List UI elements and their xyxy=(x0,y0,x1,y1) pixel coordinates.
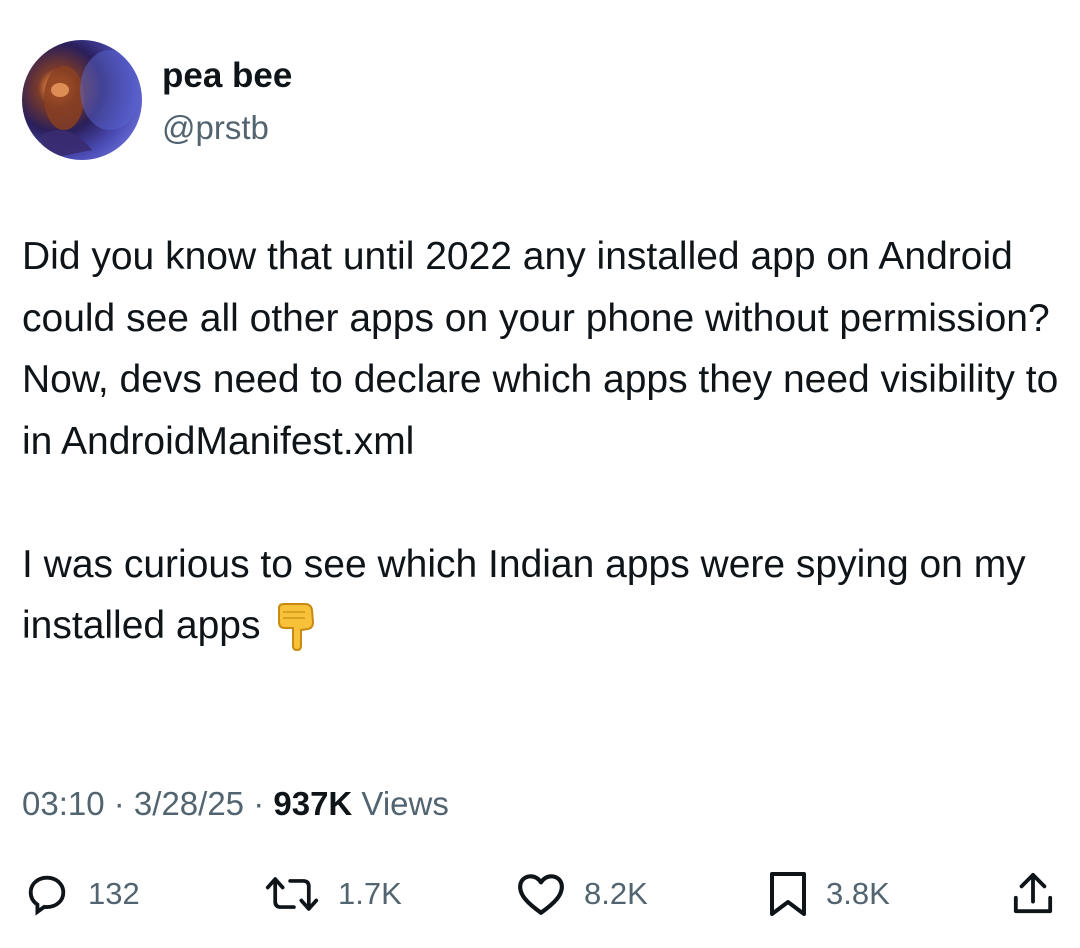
like-button[interactable]: 8.2K xyxy=(516,866,648,922)
repost-count: 1.7K xyxy=(338,876,402,911)
share-button[interactable] xyxy=(1012,866,1054,922)
pointing-down-emoji-icon xyxy=(275,602,317,671)
reply-button[interactable]: 132 xyxy=(24,866,140,922)
repost-icon xyxy=(264,871,320,917)
meta-separator: · xyxy=(244,785,274,822)
like-count: 8.2K xyxy=(584,876,648,911)
views-count: 937K xyxy=(273,785,353,822)
bookmark-icon xyxy=(768,870,808,918)
tweet-text: Did you know that until 2022 any install… xyxy=(22,226,1062,671)
bookmark-count: 3.8K xyxy=(826,876,890,911)
reply-icon xyxy=(24,871,70,917)
handle[interactable]: @prstb xyxy=(162,108,269,148)
tweet-paragraph-2-container: I was curious to see which Indian apps w… xyxy=(22,534,1062,671)
action-bar: 132 1.7K 8.2K 3.8K xyxy=(22,866,1062,922)
reply-count: 132 xyxy=(88,876,140,911)
repost-button[interactable]: 1.7K xyxy=(264,866,402,922)
display-name[interactable]: pea bee xyxy=(162,56,292,96)
tweet-paragraph-1: Did you know that until 2022 any install… xyxy=(22,235,1059,463)
views-label: Views xyxy=(352,785,449,822)
tweet-date[interactable]: 3/28/25 xyxy=(134,785,244,822)
heart-icon xyxy=(516,871,566,917)
meta-separator: · xyxy=(104,785,134,822)
tweet-meta: 03:10 · 3/28/25 · 937K Views xyxy=(22,782,449,826)
tweet-paragraph-2: I was curious to see which Indian apps w… xyxy=(22,542,1026,648)
bookmark-button[interactable]: 3.8K xyxy=(768,866,890,922)
tweet-time[interactable]: 03:10 xyxy=(22,785,105,822)
tweet: pea bee @prstb Did you know that until 2… xyxy=(0,0,1080,948)
avatar[interactable] xyxy=(22,40,142,160)
share-icon xyxy=(1012,871,1054,917)
